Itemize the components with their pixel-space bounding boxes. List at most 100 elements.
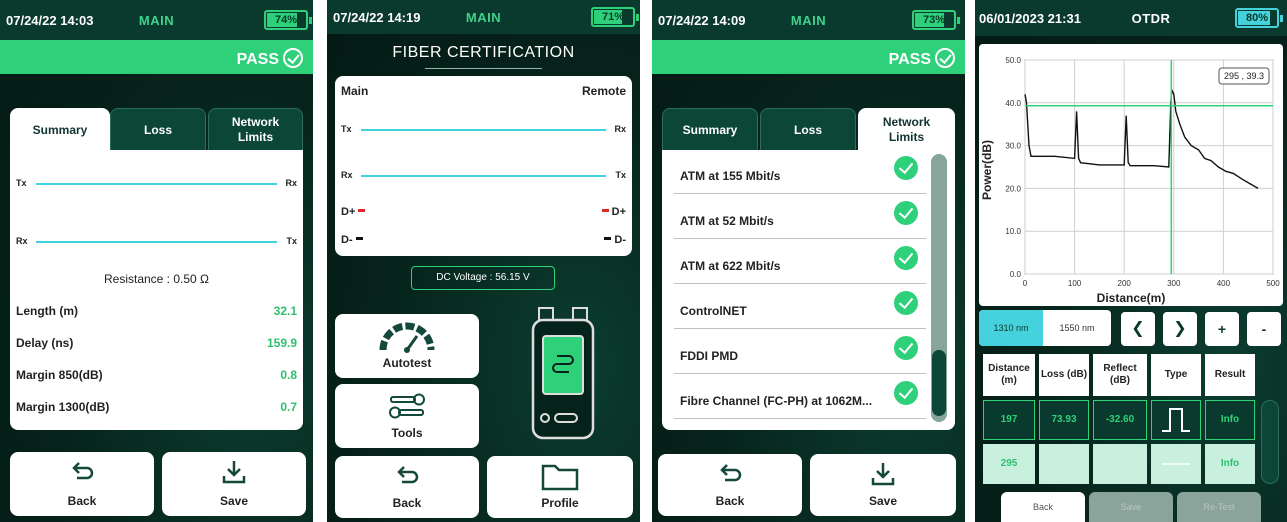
next-event-button[interactable]: ❯ bbox=[1163, 312, 1197, 346]
x-tick-label: 400 bbox=[1217, 279, 1231, 288]
list-item[interactable]: FDDI PMD bbox=[674, 330, 926, 374]
metric-label: Margin 1300(dB) bbox=[16, 400, 110, 414]
network-standard-label: ControlNET bbox=[680, 304, 747, 318]
download-icon bbox=[871, 463, 895, 486]
battery-percent: 80% bbox=[1245, 12, 1269, 24]
folder-icon bbox=[541, 464, 579, 491]
fiber-certification-screen: 07/24/22 14:19 MAIN 71% FIBER CERTIFICAT… bbox=[327, 0, 640, 522]
list-item[interactable]: ATM at 622 Mbit/s bbox=[674, 240, 926, 284]
line-left-label: Tx bbox=[16, 178, 27, 188]
previous-event-button[interactable]: ❮ bbox=[1121, 312, 1155, 346]
resistance-value: Resistance : 0.50 Ω bbox=[103, 272, 210, 286]
table-scrollbar[interactable] bbox=[1261, 400, 1279, 484]
battery-percent: 74% bbox=[274, 14, 298, 26]
column-header: Loss (dB) bbox=[1039, 354, 1089, 396]
y-tick-label: 40.0 bbox=[1005, 99, 1021, 108]
rx-tx-line: Rx Tx bbox=[335, 170, 632, 184]
type-cell bbox=[1151, 400, 1201, 440]
metric-value: 0.8 bbox=[280, 368, 297, 382]
status-bar: 07/24/22 14:09 MAIN 73% bbox=[652, 0, 965, 40]
list-item[interactable]: ATM at 155 Mbit/s bbox=[674, 150, 926, 194]
network-standard-label: ATM at 622 Mbit/s bbox=[680, 259, 781, 273]
y-axis-label: Power(dB) bbox=[980, 140, 994, 200]
loss-cell: 73.93 bbox=[1039, 400, 1089, 440]
tools-label: Tools bbox=[391, 426, 423, 440]
tab-summary[interactable]: Summary bbox=[662, 108, 758, 152]
save-button[interactable]: Save bbox=[810, 454, 956, 516]
metric-label: Margin 850(dB) bbox=[16, 368, 103, 382]
status-bar: 07/24/22 14:03 MAIN 74% bbox=[0, 0, 313, 40]
margin-850-metric: Margin 850(dB) 0.8 bbox=[16, 368, 297, 388]
autotest-button[interactable]: Autotest bbox=[335, 314, 479, 378]
result-cell: Info bbox=[1205, 444, 1255, 484]
profile-label: Profile bbox=[541, 496, 579, 510]
pass-banner: PASS bbox=[0, 40, 313, 74]
plot-frame bbox=[1024, 59, 1274, 275]
cursor-readout: 295 , 39.3 bbox=[1224, 71, 1264, 81]
margin-1300-metric: Margin 1300(dB) 0.7 bbox=[16, 400, 297, 420]
reflect-cell bbox=[1093, 444, 1147, 484]
pass-banner: PASS bbox=[652, 40, 965, 74]
back-button[interactable]: Back bbox=[10, 452, 154, 516]
chart-ticks: 0 100 200 300 400 500 0.0 10.0 20.0 30.0 40.0 50.0 bbox=[1005, 56, 1280, 288]
tester-device-icon bbox=[531, 307, 595, 440]
metric-value: 159.9 bbox=[266, 336, 297, 350]
result-tabs: Summary Loss Network Limits bbox=[10, 108, 303, 152]
scrollbar-track[interactable] bbox=[931, 154, 947, 422]
battery-percent: 73% bbox=[922, 14, 946, 26]
metric-label: Delay (ns) bbox=[16, 336, 74, 350]
zoom-in-button[interactable]: + bbox=[1205, 312, 1239, 346]
tab-loss[interactable]: Loss bbox=[110, 108, 206, 152]
wavelength-1310-option[interactable]: 1310 nm bbox=[979, 310, 1043, 346]
save-button[interactable]: Save bbox=[162, 452, 306, 516]
zoom-out-button[interactable]: - bbox=[1247, 312, 1281, 346]
wavelength-1550-option[interactable]: 1550 nm bbox=[1043, 310, 1111, 346]
type-cell bbox=[1151, 444, 1201, 484]
save-label: Save bbox=[868, 494, 898, 508]
line-left-label: Tx bbox=[341, 124, 352, 134]
result-tabs: Summary Loss Network Limits bbox=[662, 108, 955, 152]
tools-button[interactable]: Tools bbox=[335, 384, 479, 448]
event-table: Distance (m) Loss (dB) Reflect (dB) Type… bbox=[983, 354, 1255, 486]
distance-cell: 197 bbox=[983, 400, 1035, 440]
scrollbar-thumb[interactable] bbox=[932, 350, 946, 416]
dc-voltage-readout: DC Voltage : 56.15 V bbox=[411, 266, 555, 290]
column-header: Result bbox=[1205, 354, 1255, 396]
line-right-label: Rx bbox=[285, 178, 297, 188]
summary-screen: 07/24/22 14:03 MAIN 74% PASS Summary Los… bbox=[0, 0, 313, 522]
tab-network-limits[interactable]: Network Limits bbox=[858, 108, 955, 152]
check-circle-icon bbox=[283, 48, 303, 68]
delay-metric: Delay (ns) 159.9 bbox=[16, 336, 297, 356]
check-circle-icon bbox=[935, 48, 955, 68]
profile-button[interactable]: Profile bbox=[487, 456, 633, 518]
back-button[interactable]: Back bbox=[335, 456, 479, 518]
x-axis-label: Distance(m) bbox=[1097, 291, 1166, 305]
tools-icon bbox=[389, 393, 425, 419]
y-tick-label: 0.0 bbox=[1010, 270, 1022, 279]
tx-rx-line: Tx Rx bbox=[335, 124, 632, 138]
otdr-trace-chart[interactable]: 0 100 200 300 400 500 0.0 10.0 20.0 30.0 40.0 50.0 … bbox=[979, 44, 1283, 306]
column-header: Reflect (dB) bbox=[1093, 354, 1147, 396]
tab-network-limits[interactable]: Network Limits bbox=[208, 108, 303, 152]
back-button[interactable]: Back bbox=[658, 454, 802, 516]
column-header: Distance (m) bbox=[983, 354, 1035, 396]
tab-summary[interactable]: Summary bbox=[10, 108, 110, 152]
list-item[interactable]: Fibre Channel (FC-PH) at 1062M... bbox=[674, 375, 926, 419]
save-button[interactable]: Save bbox=[1089, 492, 1173, 522]
list-item[interactable]: ControlNET bbox=[674, 285, 926, 329]
gauge-icon bbox=[379, 322, 435, 353]
pass-label: PASS bbox=[888, 51, 931, 68]
wavelength-toggle: 1310 nm 1550 nm bbox=[979, 310, 1111, 346]
metric-value: 0.7 bbox=[280, 400, 297, 414]
y-tick-label: 20.0 bbox=[1005, 184, 1021, 193]
list-item[interactable]: ATM at 52 Mbit/s bbox=[674, 195, 926, 239]
y-tick-label: 50.0 bbox=[1005, 56, 1021, 65]
network-standard-label: Fibre Channel (FC-PH) at 1062M... bbox=[680, 394, 873, 408]
retest-button[interactable]: Re-Test bbox=[1177, 492, 1261, 522]
back-button[interactable]: Back bbox=[1001, 492, 1085, 522]
tab-loss[interactable]: Loss bbox=[760, 108, 856, 152]
dplus-left: D+ bbox=[341, 206, 366, 218]
otdr-screen: 06/01/2023 21:31 OTDR 80% 0 100 200 300 400 5… bbox=[975, 0, 1287, 522]
non-reflective-event-icon bbox=[1162, 463, 1190, 465]
download-icon bbox=[222, 461, 246, 484]
